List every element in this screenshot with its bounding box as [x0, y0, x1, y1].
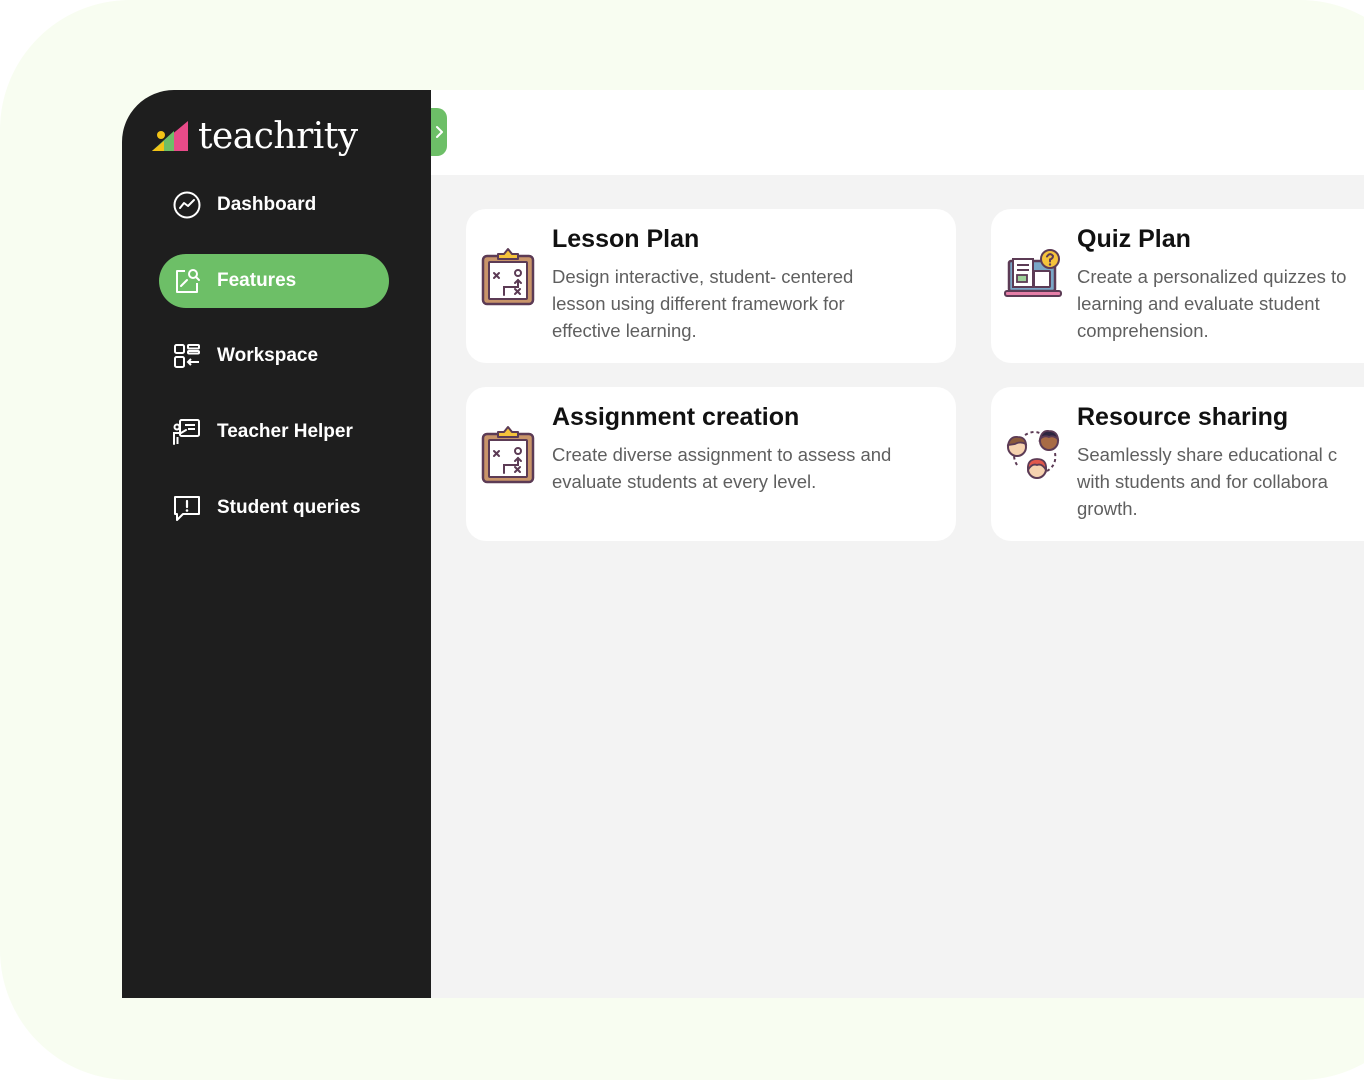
student-queries-icon [171, 492, 203, 524]
sidebar: teachrity Dashboard Features Workspace T [122, 90, 431, 998]
clipboard-strategy-icon [481, 248, 535, 306]
sidebar-item-workspace[interactable]: Workspace [159, 329, 389, 383]
sidebar-item-label: Student queries [217, 497, 361, 518]
people-sharing-icon [1006, 430, 1060, 479]
sidebar-item-label: Dashboard [217, 194, 317, 215]
sidebar-item-label: Features [217, 270, 297, 291]
brand-logo[interactable]: teachrity [150, 116, 358, 157]
card-title: Quiz Plan [1077, 225, 1191, 253]
dashboard-icon [171, 189, 203, 221]
card-title: Lesson Plan [552, 225, 700, 253]
card-description: Seamlessly share educational c with stud… [1077, 444, 1338, 519]
quiz-laptop-icon [1004, 249, 1062, 297]
top-bar [431, 90, 1364, 175]
sidebar-item-label: Teacher Helper [217, 421, 353, 442]
card-description: Create diverse assignment to assess and … [552, 444, 892, 492]
sidebar-item-label: Workspace [217, 345, 319, 366]
sidebar-toggle-button[interactable] [431, 108, 447, 156]
features-icon [171, 265, 203, 297]
card-description: Create a personalized quizzes to learnin… [1077, 266, 1347, 341]
sidebar-item-student-queries[interactable]: Student queries [159, 481, 389, 535]
card-title: Assignment creation [552, 403, 800, 431]
chevron-right-icon [436, 126, 443, 138]
sidebar-item-dashboard[interactable]: Dashboard [159, 178, 389, 232]
sidebar-item-features[interactable]: Features [159, 254, 389, 308]
teacher-helper-icon [171, 416, 203, 448]
feature-card-assignment-creation[interactable]: Assignment creation Create diverse assig… [466, 387, 956, 541]
sidebar-item-teacher-helper[interactable]: Teacher Helper [159, 405, 389, 459]
logo-mark-icon [152, 120, 188, 151]
card-description: Design interactive, student- centered le… [552, 266, 854, 341]
feature-card-lesson-plan[interactable]: Lesson Plan Design interactive, student-… [466, 209, 956, 363]
app-window: teachrity Dashboard Features Workspace T [122, 90, 1364, 998]
clipboard-strategy-icon [481, 426, 535, 484]
workspace-icon [171, 340, 203, 372]
feature-card-quiz-plan[interactable]: Quiz Plan Create a personalized quizzes … [991, 209, 1364, 363]
brand-name: teachrity [198, 116, 358, 157]
card-title: Resource sharing [1077, 403, 1289, 431]
feature-card-resource-sharing[interactable]: Resource sharing Seamlessly share educat… [991, 387, 1364, 541]
